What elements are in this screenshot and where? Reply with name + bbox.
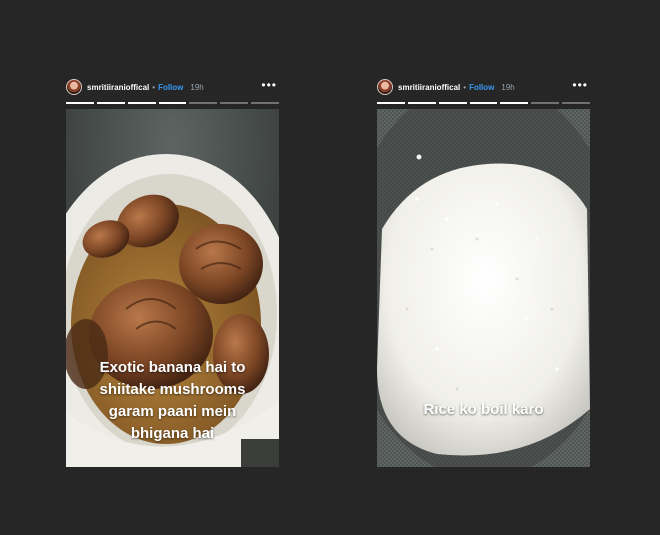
separator-dot: •: [463, 82, 467, 92]
story-progress-bar: [66, 102, 280, 104]
progress-segment: [66, 102, 94, 104]
story-photo-rice: Rice ko boil karo: [377, 109, 590, 467]
story-header: smritiiranioffical • Follow 19h •••: [66, 77, 279, 97]
separator-dot: •: [152, 82, 156, 92]
progress-segment: [127, 102, 156, 104]
progress-segment: [438, 102, 467, 104]
progress-segment: [562, 102, 591, 104]
story-caption: Rice ko boil karo: [377, 399, 590, 421]
story-photo-mushrooms: Exotic banana hai to shiitake mushrooms …: [66, 109, 279, 467]
caption-line: Exotic banana hai to: [99, 359, 246, 376]
progress-segment: [158, 102, 187, 104]
avatar[interactable]: [66, 79, 82, 95]
story-header: smritiiranioffical • Follow 19h •••: [377, 77, 590, 97]
caption-line: bhigana hai: [130, 425, 215, 442]
avatar[interactable]: [377, 79, 393, 95]
progress-segment: [531, 102, 560, 104]
story-card-mushrooms[interactable]: smritiiranioffical • Follow 19h ••• Exot…: [66, 77, 280, 467]
progress-segment: [407, 102, 436, 104]
post-time: 19h: [190, 82, 204, 92]
progress-segment: [189, 102, 218, 104]
more-options-icon[interactable]: •••: [572, 79, 588, 91]
progress-segment: [500, 102, 529, 104]
progress-segment: [96, 102, 125, 104]
more-options-icon[interactable]: •••: [261, 79, 277, 91]
username[interactable]: smritiiranioffical: [87, 83, 149, 92]
progress-segment: [251, 102, 280, 104]
progress-segment: [377, 102, 405, 104]
story-progress-bar: [377, 102, 591, 104]
follow-button[interactable]: Follow: [158, 83, 183, 92]
progress-segment: [469, 102, 498, 104]
follow-button[interactable]: Follow: [469, 83, 494, 92]
username[interactable]: smritiiranioffical: [398, 83, 460, 92]
story-caption: Exotic banana hai to shiitake mushrooms …: [66, 357, 279, 445]
progress-segment: [220, 102, 249, 104]
post-time: 19h: [501, 82, 515, 92]
caption-line: shiitake mushrooms: [99, 381, 246, 398]
caption-line: Rice ko boil karo: [423, 401, 544, 418]
story-card-rice[interactable]: smritiiranioffical • Follow 19h ••• Rice…: [377, 77, 591, 467]
caption-line: garam paani mein: [108, 403, 237, 420]
